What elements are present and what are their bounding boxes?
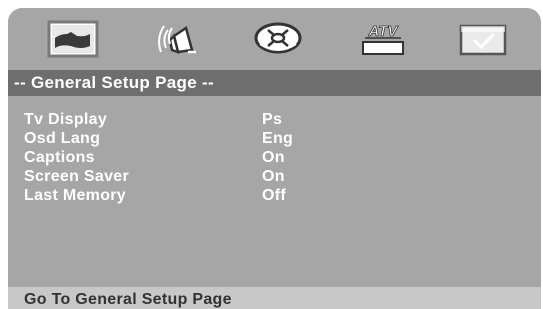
setting-row-screen-saver[interactable]: Screen Saver On [24,167,424,186]
setting-row-captions[interactable]: Captions On [24,148,424,167]
tab-general-setup[interactable] [43,16,103,62]
status-bar: Go To General Setup Page [8,287,541,309]
atv-tv-icon: ATV [362,23,404,55]
setting-row-last-memory[interactable]: Last Memory Off [24,186,424,205]
audio-speaker-icon [158,25,196,54]
general-setup-icon [47,20,99,58]
setting-value: Off [262,187,287,204]
setting-row-osd-lang[interactable]: Osd Lang Eng [24,129,424,148]
setting-value: Ps [262,111,283,128]
setting-value: On [262,149,285,166]
video-reel-icon [254,22,302,54]
preference-check-icon [459,24,507,56]
tab-atv-setup[interactable]: ATV [353,16,413,62]
tab-video-setup[interactable] [248,16,308,62]
setting-label: Screen Saver [24,168,130,185]
setting-label: Captions [24,149,95,166]
tab-preference-setup[interactable] [453,16,513,62]
setting-value: Eng [262,130,294,147]
setting-label: Osd Lang [24,130,101,147]
page-title: -- General Setup Page -- [8,70,541,96]
setting-label: Last Memory [24,187,126,204]
setting-row-tv-display[interactable]: Tv Display Ps [24,110,424,129]
tab-audio-setup[interactable] [148,16,208,62]
setting-label: Tv Display [24,111,108,128]
setting-value: On [262,168,285,185]
setup-tab-bar: ATV [8,8,541,77]
settings-list: Tv Display Ps Osd Lang Eng Captions On S… [24,110,424,205]
setup-menu-screen: ATV -- General Setup Page -- Tv Display … [8,8,541,309]
